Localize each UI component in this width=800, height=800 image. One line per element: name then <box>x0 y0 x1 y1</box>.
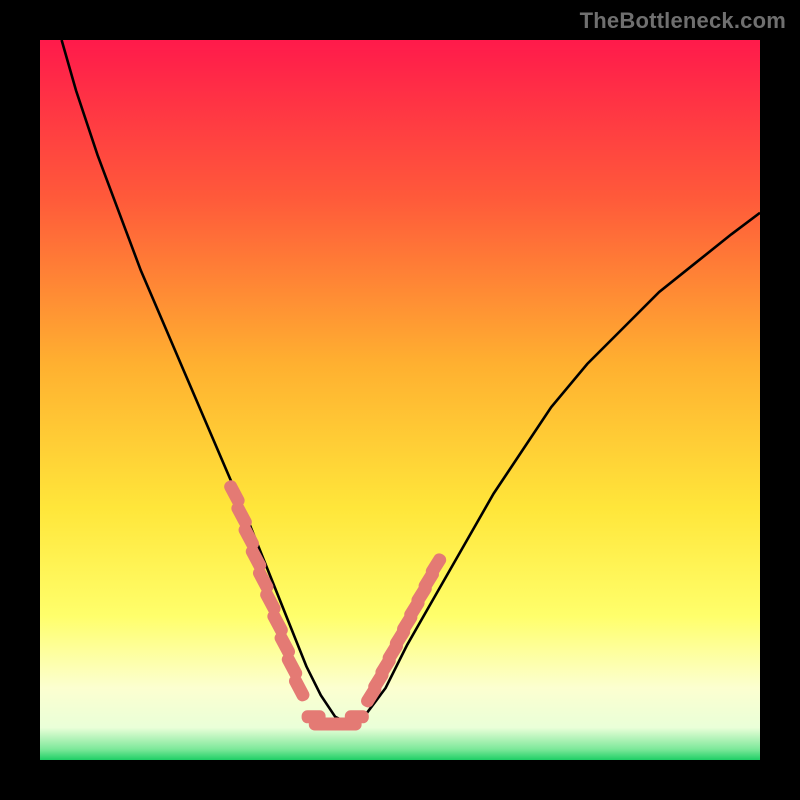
watermark-text: TheBottleneck.com <box>580 8 786 34</box>
highlight-markers-bottom <box>302 710 369 730</box>
curve-layer <box>40 40 760 760</box>
chart-frame: { "watermark_text": "TheBottleneck.com",… <box>0 0 800 800</box>
highlight-markers-left <box>222 478 311 703</box>
highlight-markers-right <box>359 551 449 710</box>
plot-area <box>40 40 760 760</box>
